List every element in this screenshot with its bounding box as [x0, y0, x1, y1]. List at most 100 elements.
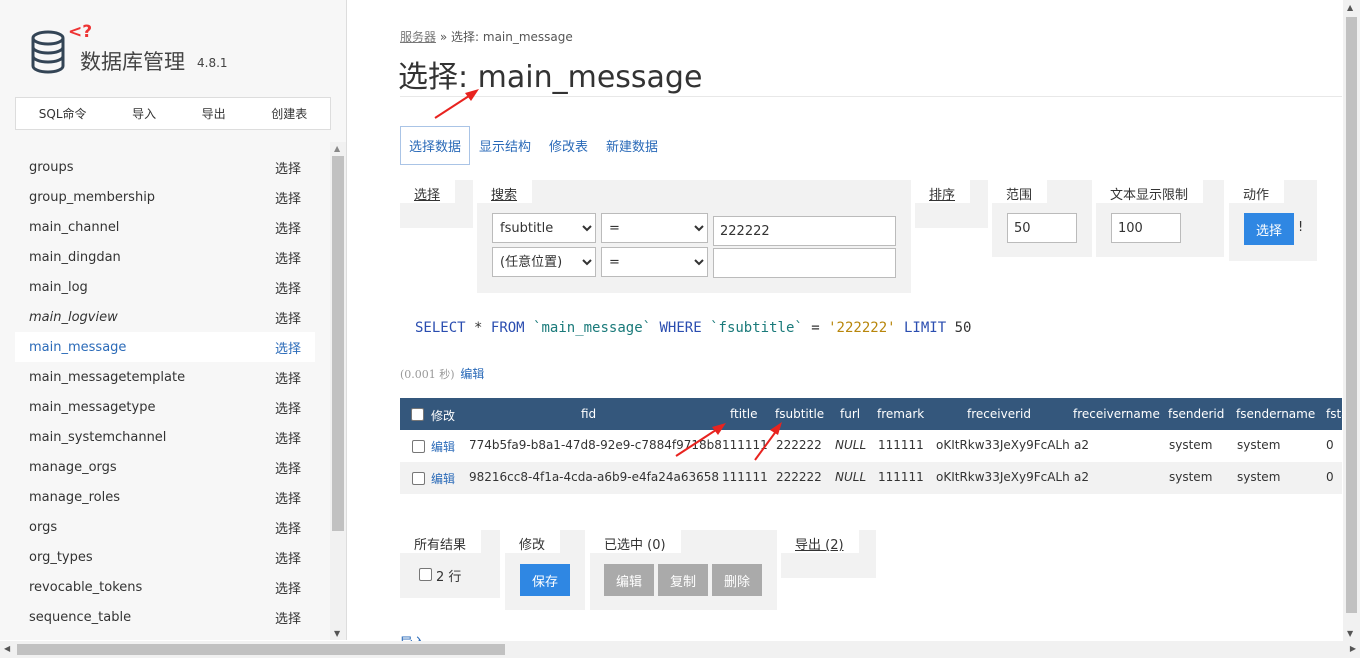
- sidebar-table-name[interactable]: revocable_tokens: [29, 580, 142, 595]
- header-furl[interactable]: furl: [840, 407, 860, 421]
- sidebar-item-sequence-table[interactable]: sequence_table 选择: [15, 602, 315, 632]
- sidebar-item-main-message[interactable]: main_message 选择: [15, 332, 315, 362]
- sidebar-table-name[interactable]: main_messagetype: [29, 400, 155, 415]
- sidebar-table-name[interactable]: main_systemchannel: [29, 430, 166, 445]
- header-fsenderid[interactable]: fsenderid: [1168, 407, 1224, 421]
- sidebar-item-main-channel[interactable]: main_channel 选择: [15, 212, 315, 242]
- scroll-right-icon[interactable]: ▶: [1350, 644, 1356, 653]
- sidebar-table-name[interactable]: main_channel: [29, 220, 119, 235]
- sidebar-table-name[interactable]: main_dingdan: [29, 250, 121, 265]
- sidebar-item-groups[interactable]: groups 选择: [15, 152, 315, 182]
- tab-show-structure[interactable]: 显示结构: [479, 136, 531, 155]
- create-table-link[interactable]: 创建表: [271, 105, 307, 122]
- search-operator-select-2[interactable]: =: [601, 247, 708, 277]
- breadcrumb-server-link[interactable]: 服务器: [400, 30, 436, 44]
- sidebar-item-main-dingdan[interactable]: main_dingdan 选择: [15, 242, 315, 272]
- app-title[interactable]: 数据库管理: [80, 46, 185, 76]
- scroll-up-icon[interactable]: ▲: [334, 144, 340, 153]
- sidebar-select-link[interactable]: 选择: [275, 428, 301, 447]
- sidebar-item-main-messagetemplate[interactable]: main_messagetemplate 选择: [15, 362, 315, 392]
- delete-selected-button[interactable]: 删除: [712, 564, 762, 596]
- search-column-select-2[interactable]: (任意位置): [492, 247, 596, 277]
- sidebar-table-name[interactable]: manage_roles: [29, 490, 120, 505]
- sidebar-table-name[interactable]: main_messagetemplate: [29, 370, 185, 385]
- tab-select-data[interactable]: 选择数据: [400, 126, 471, 165]
- sidebar-select-link[interactable]: 选择: [275, 308, 301, 327]
- select-all-checkbox[interactable]: [411, 408, 424, 421]
- tab-alter-table[interactable]: 修改表: [549, 136, 588, 155]
- row-checkbox[interactable]: [412, 472, 425, 485]
- sidebar-item-group-membership[interactable]: group_membership 选择: [15, 182, 315, 212]
- sidebar-item-main-log[interactable]: main_log 选择: [15, 272, 315, 302]
- sidebar-select-link[interactable]: 选择: [275, 398, 301, 417]
- sidebar-select-link[interactable]: 选择: [275, 608, 301, 627]
- header-freceivername[interactable]: freceivername: [1073, 407, 1160, 421]
- sidebar-select-link[interactable]: 选择: [275, 338, 301, 357]
- text-length-input[interactable]: [1111, 213, 1181, 243]
- sidebar-select-link[interactable]: 选择: [275, 278, 301, 297]
- search-value-input-1[interactable]: [713, 216, 896, 246]
- edit-query-link[interactable]: 编辑: [460, 367, 484, 381]
- sidebar-select-link[interactable]: 选择: [275, 518, 301, 537]
- row-edit-link[interactable]: 编辑: [431, 470, 455, 487]
- scroll-down-icon[interactable]: ▼: [334, 629, 340, 638]
- page-scroll-thumb[interactable]: [1346, 17, 1357, 613]
- row-checkbox[interactable]: [412, 440, 425, 453]
- save-button[interactable]: 保存: [520, 564, 570, 596]
- sidebar-table-name[interactable]: main_log: [29, 280, 88, 295]
- sql-command-link[interactable]: SQL命令: [39, 105, 87, 122]
- sidebar-table-name[interactable]: main_logview: [29, 310, 118, 325]
- select-submit-button[interactable]: 选择: [1244, 213, 1294, 245]
- row-edit-link[interactable]: 编辑: [431, 438, 455, 455]
- header-fremark[interactable]: fremark: [877, 407, 924, 421]
- edit-selected-button[interactable]: 编辑: [604, 564, 654, 596]
- sidebar-table-name[interactable]: orgs: [29, 520, 57, 535]
- header-ftitle[interactable]: ftitle: [730, 407, 757, 421]
- scroll-up-icon[interactable]: ▲: [1347, 3, 1353, 12]
- select-columns-legend[interactable]: 选择: [400, 180, 456, 203]
- sidebar-table-name[interactable]: manage_orgs: [29, 460, 117, 475]
- header-fsendername[interactable]: fsendername: [1236, 407, 1315, 421]
- sidebar-item-main-logview[interactable]: main_logview 选择: [15, 302, 315, 332]
- import-link[interactable]: 导入: [132, 105, 156, 122]
- page-horizontal-scrollbar[interactable]: ◀ ▶: [0, 641, 1360, 658]
- sidebar-item-main-systemchannel[interactable]: main_systemchannel 选择: [15, 422, 315, 452]
- sidebar-item-revocable-tokens[interactable]: revocable_tokens 选择: [15, 572, 315, 602]
- sidebar-select-link[interactable]: 选择: [275, 578, 301, 597]
- search-value-input-2[interactable]: [713, 248, 896, 278]
- sidebar-scroll-thumb[interactable]: [332, 156, 344, 531]
- sidebar-select-link[interactable]: 选择: [275, 248, 301, 267]
- sidebar-select-link[interactable]: 选择: [275, 218, 301, 237]
- sidebar-select-link[interactable]: 选择: [275, 548, 301, 567]
- search-column-select-1[interactable]: fsubtitle: [492, 213, 596, 243]
- limit-input[interactable]: [1007, 213, 1077, 243]
- sidebar-table-name[interactable]: groups: [29, 160, 74, 175]
- scroll-left-icon[interactable]: ◀: [4, 644, 10, 653]
- sidebar-item-orgs[interactable]: orgs 选择: [15, 512, 315, 542]
- sidebar-table-name[interactable]: main_message: [29, 340, 126, 355]
- sidebar-table-name[interactable]: sequence_table: [29, 610, 131, 625]
- sidebar-item-main-messagetype[interactable]: main_messagetype 选择: [15, 392, 315, 422]
- sidebar-select-link[interactable]: 选择: [275, 458, 301, 477]
- copy-selected-button[interactable]: 复制: [658, 564, 708, 596]
- scroll-down-icon[interactable]: ▼: [1347, 629, 1353, 638]
- tab-new-item[interactable]: 新建数据: [606, 136, 658, 155]
- header-freceiverid[interactable]: freceiverid: [967, 407, 1031, 421]
- export-legend[interactable]: 导出 (2): [781, 530, 859, 553]
- sidebar-item-manage-roles[interactable]: manage_roles 选择: [15, 482, 315, 512]
- sidebar-select-link[interactable]: 选择: [275, 158, 301, 177]
- header-fid[interactable]: fid: [581, 407, 596, 421]
- order-legend[interactable]: 排序: [915, 180, 971, 203]
- sidebar-select-link[interactable]: 选择: [275, 188, 301, 207]
- header-fsubtitle[interactable]: fsubtitle: [775, 407, 824, 421]
- sidebar-item-org-types[interactable]: org_types 选择: [15, 542, 315, 572]
- page-vertical-scrollbar[interactable]: ▲ ▼: [1343, 0, 1360, 641]
- sidebar-item-manage-orgs[interactable]: manage_orgs 选择: [15, 452, 315, 482]
- sidebar-select-link[interactable]: 选择: [275, 368, 301, 387]
- sidebar-table-name[interactable]: group_membership: [29, 190, 155, 205]
- export-link[interactable]: 导出: [202, 105, 226, 122]
- sidebar-table-name[interactable]: org_types: [29, 550, 93, 565]
- all-results-checkbox[interactable]: [419, 568, 432, 581]
- sidebar-select-link[interactable]: 选择: [275, 488, 301, 507]
- horizontal-scroll-thumb[interactable]: [17, 644, 505, 655]
